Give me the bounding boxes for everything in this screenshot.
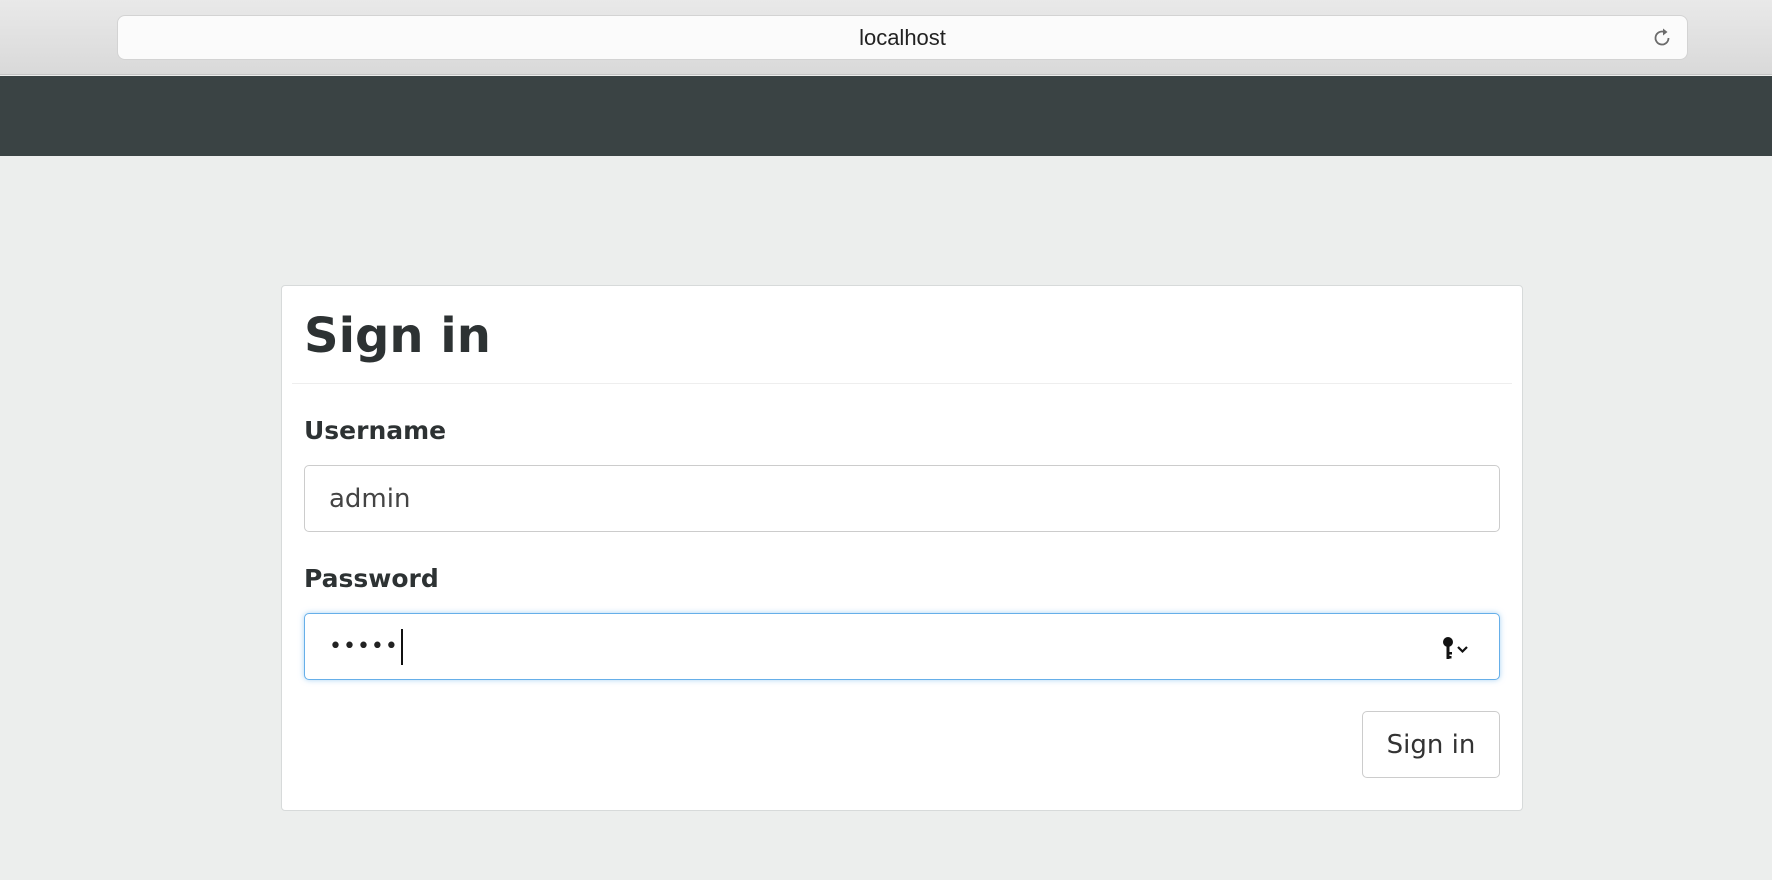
text-caret [400, 628, 403, 665]
password-field[interactable]: ••••• [304, 613, 1500, 680]
username-field[interactable]: admin [304, 465, 1500, 532]
password-value: ••••• [329, 634, 399, 659]
password-label: Password [304, 564, 439, 593]
username-label: Username [304, 416, 447, 445]
page-title: Sign in [304, 308, 491, 364]
signin-panel: Sign in Username admin Password ••••• Si… [281, 285, 1523, 811]
browser-toolbar: localhost [0, 0, 1772, 75]
key-autofill-icon[interactable] [1439, 635, 1473, 661]
username-value: admin [329, 483, 411, 514]
address-text[interactable]: localhost [118, 16, 1687, 59]
reload-icon[interactable] [1651, 27, 1673, 49]
title-divider [292, 383, 1512, 384]
signin-button[interactable]: Sign in [1362, 711, 1500, 778]
top-navbar [0, 76, 1772, 156]
address-bar[interactable]: localhost [117, 15, 1688, 60]
